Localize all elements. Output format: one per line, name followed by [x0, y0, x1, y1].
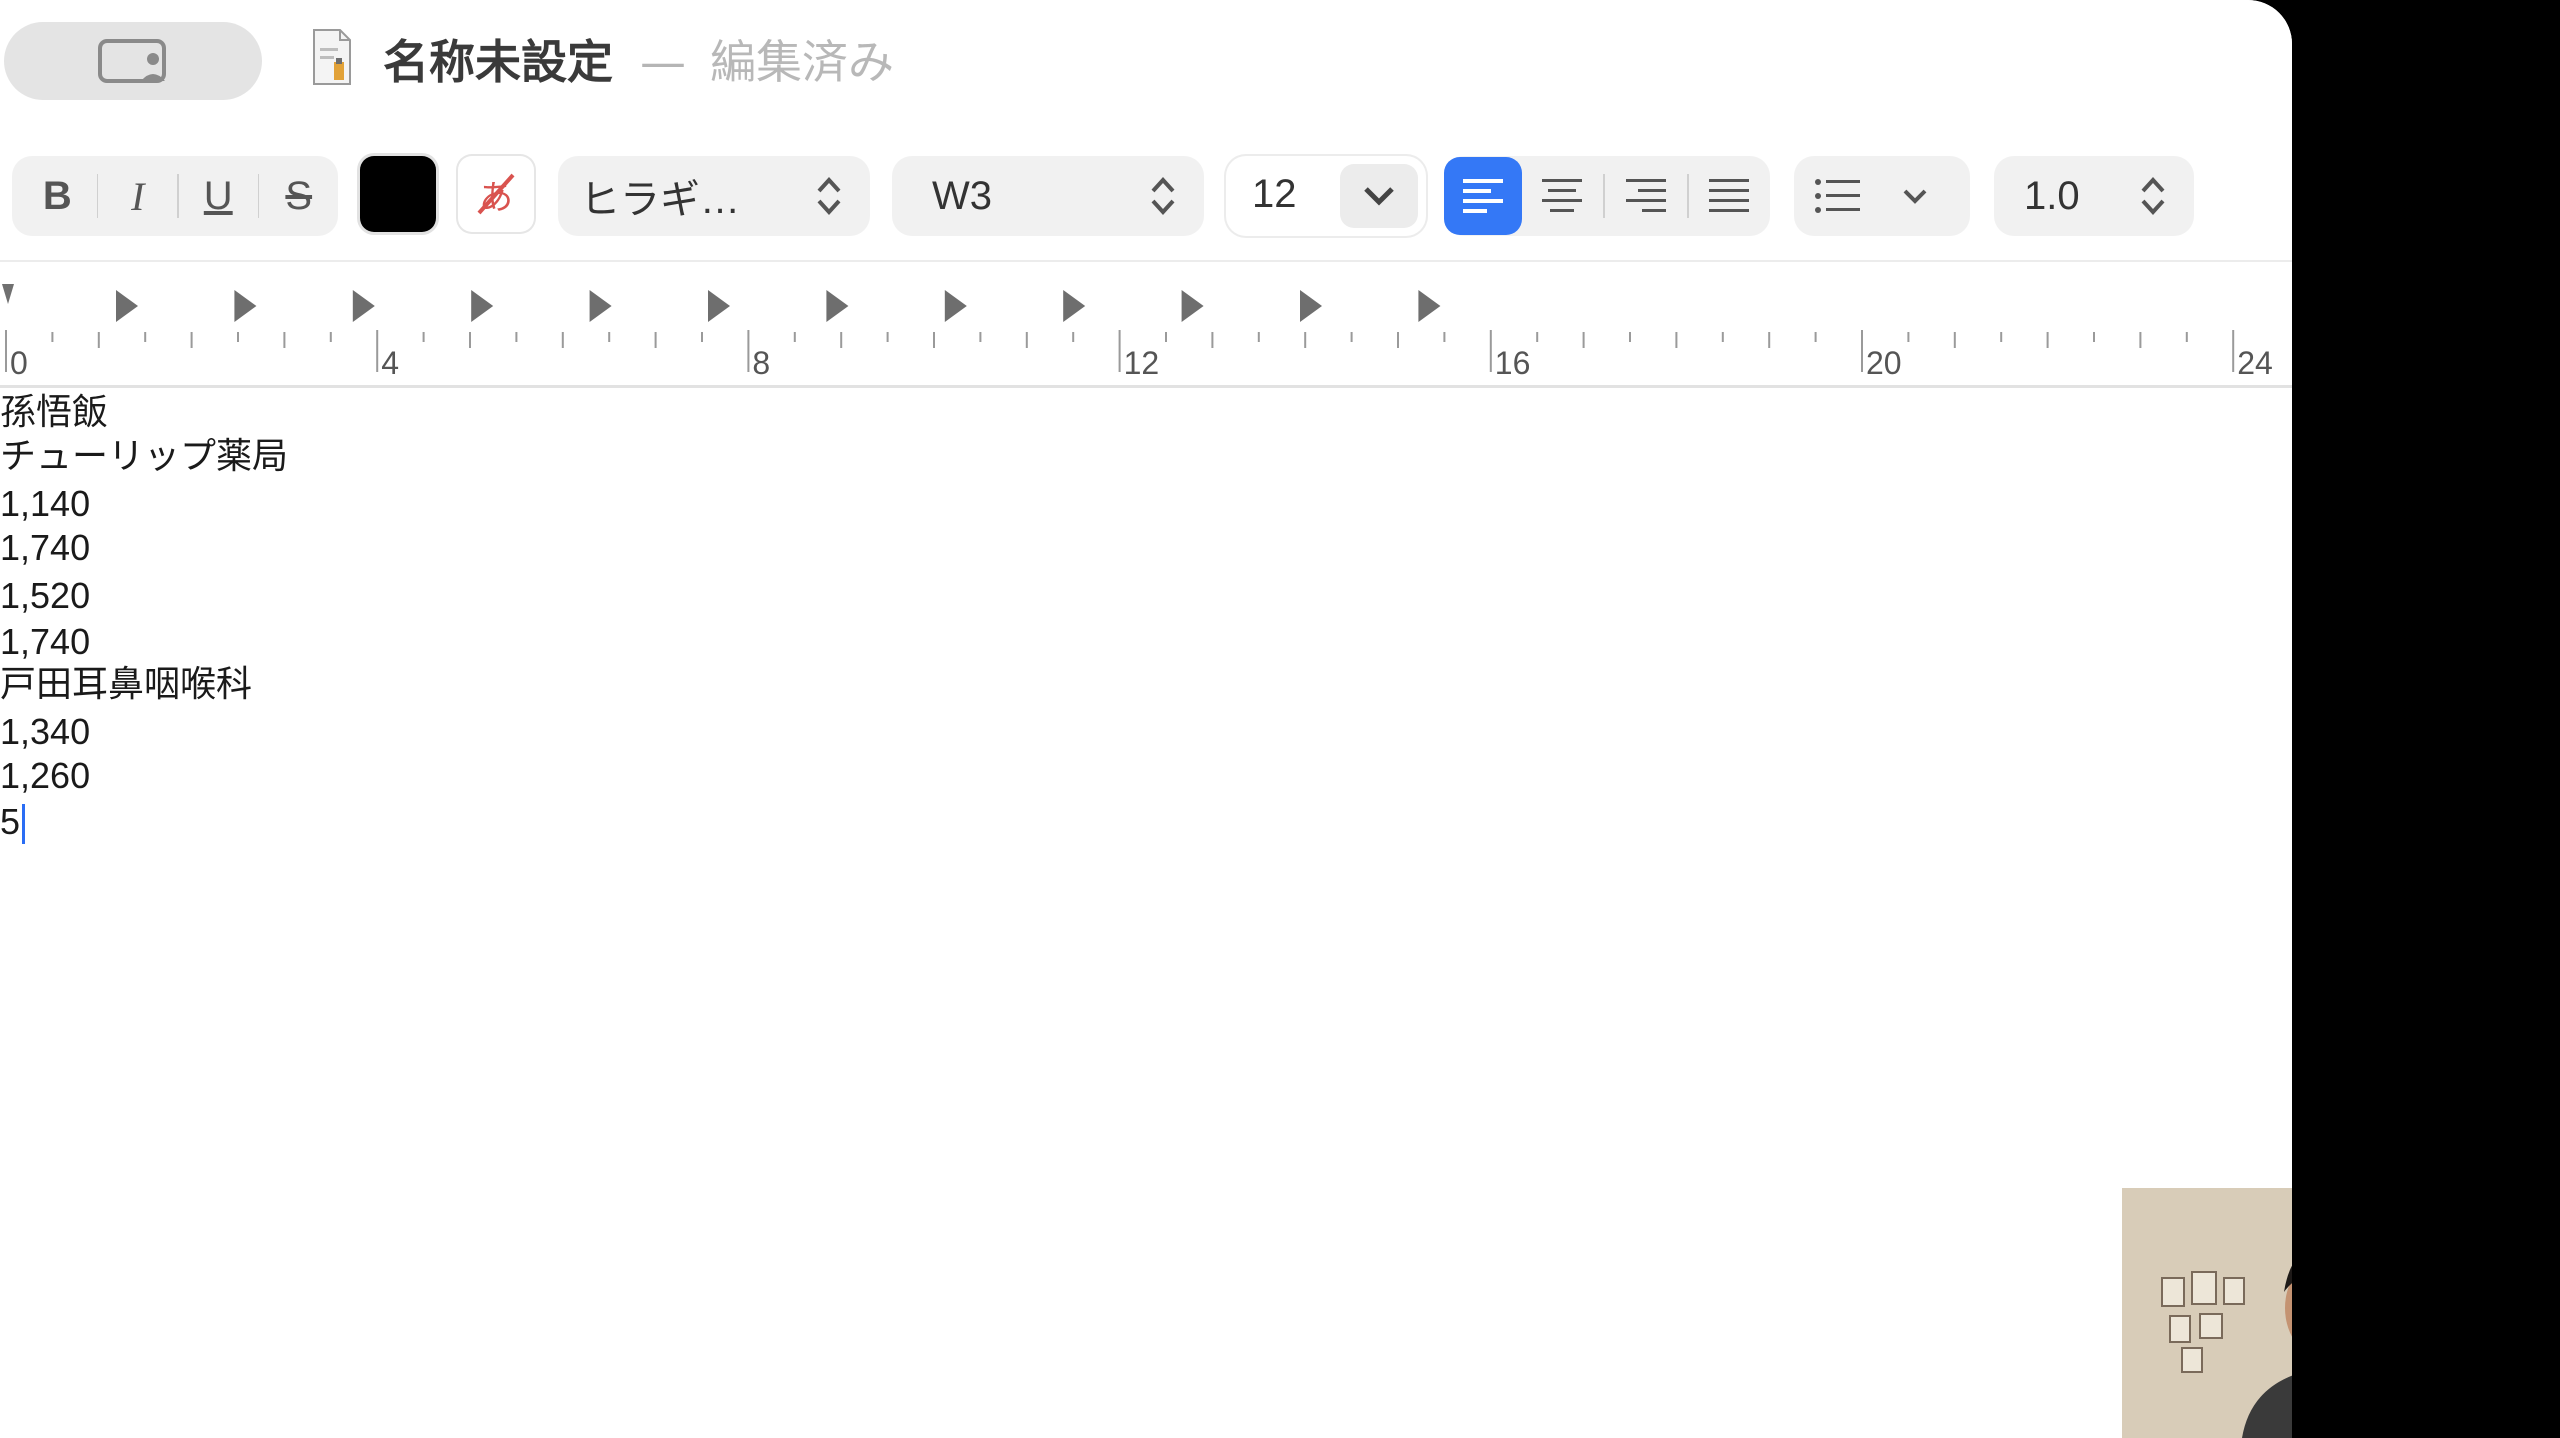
window-title: 名称未設定	[383, 35, 613, 89]
line-spacing-value: 1.0	[2024, 173, 2080, 218]
document-line-text: 戸田耳鼻咽喉科	[0, 663, 253, 704]
text-style-group: B I U S	[12, 156, 338, 236]
title-bar: 名称未設定 — 編集済み	[0, 0, 2292, 130]
font-size-dropdown-button[interactable]	[1340, 164, 1418, 228]
document-line-text: 1,520	[0, 575, 91, 616]
document-icon	[313, 29, 351, 85]
tab-stop-icon[interactable]	[1300, 290, 1322, 322]
document-line-text: 5	[0, 801, 21, 842]
document-line: 5	[0, 800, 26, 845]
align-center-icon	[1542, 179, 1583, 212]
strikethrough-button[interactable]: S	[259, 156, 338, 236]
chevron-down-icon	[1903, 189, 1927, 204]
bold-button[interactable]: B	[18, 156, 97, 236]
list-icon	[1815, 179, 1860, 213]
up-down-icon	[1151, 177, 1175, 215]
italic-button[interactable]: I	[98, 156, 177, 236]
tab-stop-icon[interactable]	[1181, 290, 1204, 322]
document-line: 戸田耳鼻咽喉科	[0, 662, 252, 706]
document-line-text: チューリップ薬局	[0, 435, 289, 476]
ruler-label: 8	[752, 345, 770, 381]
edited-status: 編集済み	[710, 35, 894, 89]
ruler-label: 20	[1866, 345, 1902, 381]
document-line: 1,260	[0, 754, 90, 798]
align-left-icon	[1462, 179, 1503, 213]
tab-stop-icon[interactable]	[471, 290, 494, 322]
document-line: 1,340	[0, 710, 90, 754]
document-line: 1,740	[0, 620, 90, 664]
tab-stop-icon[interactable]	[589, 290, 612, 322]
line-spacing-popup[interactable]: 1.0	[1994, 156, 2194, 236]
clear-style-button[interactable]: あ	[458, 156, 534, 232]
clear-style-icon: あ	[477, 173, 515, 217]
document-line-text: 1,740	[0, 527, 91, 568]
font-weight-popup[interactable]: W3	[892, 156, 1204, 236]
text-color-well[interactable]	[360, 156, 436, 232]
font-family-value: ヒラギ…	[580, 178, 740, 222]
tab-stop-icon[interactable]	[708, 290, 730, 322]
ruler-label: 4	[381, 345, 399, 381]
tab-stop-icon[interactable]	[826, 290, 849, 322]
text-caret	[22, 804, 26, 845]
textedit-window: 名称未設定 — 編集済み B I U S あ ヒラギ… W3 12 1.0 0 …	[0, 0, 2292, 1438]
up-down-icon	[817, 177, 841, 215]
document-line: チューリップ薬局	[0, 434, 288, 478]
align-center-button[interactable]	[1522, 157, 1604, 235]
document-line: 1,140	[0, 482, 90, 526]
ruler-label: 16	[1495, 345, 1531, 381]
document-line-text: 1,740	[0, 621, 91, 662]
justify-icon	[1709, 179, 1750, 212]
up-down-icon	[2141, 177, 2165, 215]
document-line: 孫悟飯	[0, 390, 108, 434]
underline-button[interactable]: U	[179, 156, 258, 236]
title-separator: —	[640, 35, 686, 89]
ruler-label: 0	[10, 345, 28, 381]
chevron-down-icon	[1364, 187, 1394, 206]
ruler[interactable]: 0 4 8 12 16 20 24	[0, 260, 2292, 388]
tab-stop-icon[interactable]	[234, 290, 257, 322]
justify-button[interactable]	[1689, 157, 1771, 235]
ruler-label: 24	[2237, 345, 2273, 381]
ruler-label: 12	[1124, 345, 1160, 381]
list-style-popup[interactable]	[1794, 156, 1970, 236]
font-size-value: 12	[1252, 172, 1297, 216]
tab-stop-icon[interactable]	[1418, 290, 1441, 322]
indent-marker[interactable]	[2, 284, 14, 304]
tab-stop-icon[interactable]	[352, 290, 375, 322]
sidebar-toggle-button[interactable]	[4, 22, 262, 100]
tab-stop-icon[interactable]	[116, 290, 138, 322]
font-size-combo[interactable]: 12	[1226, 156, 1426, 236]
svg-text:あ: あ	[479, 178, 513, 217]
sidebar-toggle-icon	[98, 39, 166, 83]
align-right-button[interactable]	[1605, 157, 1687, 235]
alignment-group	[1444, 156, 1770, 236]
document-line: 1,520	[0, 574, 90, 618]
tab-stop-icon[interactable]	[1063, 290, 1086, 322]
document-text-area[interactable]: 孫悟飯 チューリップ薬局 1,140 1,740 1,520 1,740 戸田耳鼻咽喉科 1,…	[0, 390, 2292, 1438]
document-line-text: 孫悟飯	[0, 391, 109, 432]
tab-stop-icon[interactable]	[944, 290, 967, 322]
document-line-text: 1,140	[0, 483, 91, 524]
webcam-overlay	[2122, 1188, 2292, 1438]
document-line-text: 1,340	[0, 711, 91, 752]
font-family-popup[interactable]: ヒラギ…	[558, 156, 870, 236]
align-right-icon	[1625, 179, 1666, 212]
align-left-button[interactable]	[1444, 157, 1522, 235]
document-line-text: 1,260	[0, 755, 91, 796]
document-line: 1,740	[0, 526, 90, 570]
font-weight-value: W3	[932, 173, 992, 218]
